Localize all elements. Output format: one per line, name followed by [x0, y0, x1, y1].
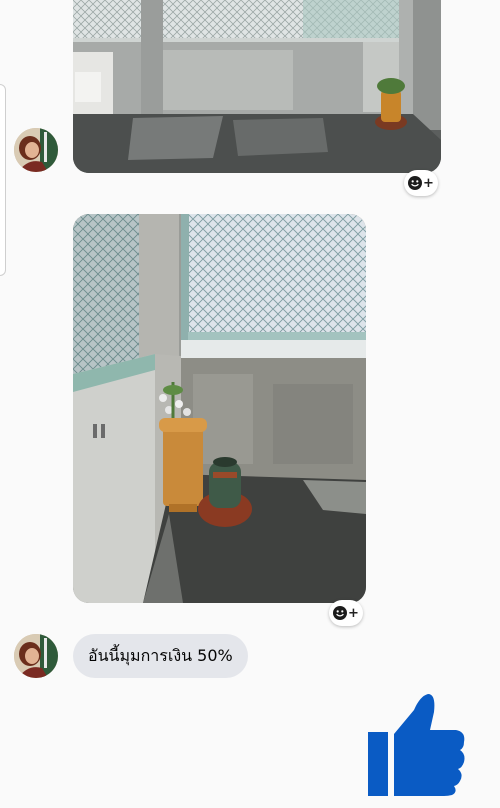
- avatar-photo: [14, 634, 58, 678]
- message-text: อันนี้มุมการเงิน 50%: [88, 645, 233, 665]
- smiley-add-icon: [408, 176, 423, 190]
- side-panel-handle[interactable]: [0, 84, 6, 276]
- shared-photo[interactable]: [73, 214, 366, 603]
- shared-photo[interactable]: [73, 0, 441, 173]
- like-button[interactable]: [366, 692, 466, 798]
- avatar-photo: [14, 128, 58, 172]
- balcony-wide-image: [73, 0, 441, 173]
- smiley-add-icon: [333, 606, 348, 620]
- thumbs-up-icon: [368, 694, 465, 796]
- sender-avatar[interactable]: [14, 634, 58, 678]
- reaction-plus-label: +: [423, 175, 434, 191]
- add-reaction-button[interactable]: +: [404, 170, 438, 196]
- sender-avatar[interactable]: [14, 128, 58, 172]
- balcony-corner-image: [73, 214, 366, 603]
- message-bubble[interactable]: อันนี้มุมการเงิน 50%: [73, 634, 248, 678]
- add-reaction-button[interactable]: +: [329, 600, 363, 626]
- reaction-plus-label: +: [348, 605, 359, 621]
